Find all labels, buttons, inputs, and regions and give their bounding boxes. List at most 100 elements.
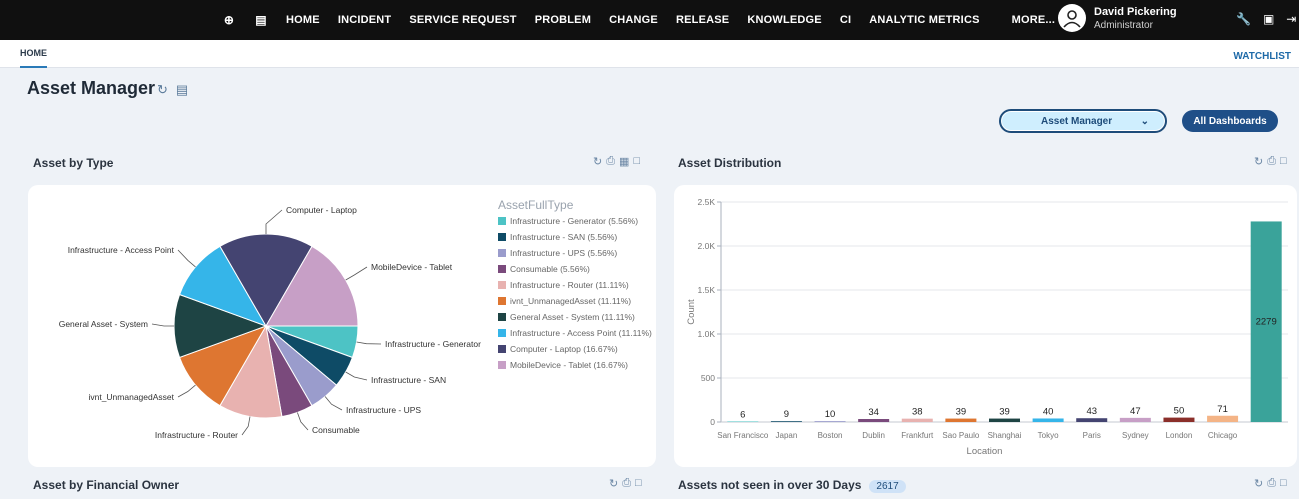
expand-icon[interactable]: □ [635, 477, 642, 490]
legend-swatch [498, 281, 506, 289]
pie-label: Infrastructure - SAN [371, 375, 446, 385]
nav-change[interactable]: CHANGE [609, 14, 658, 26]
y-tick-label: 1.5K [698, 285, 716, 295]
x-tick-label: Shanghai [988, 431, 1022, 440]
nav-ci[interactable]: CI [840, 14, 851, 26]
y-tick-label: 2.0K [698, 241, 716, 251]
chat-icon[interactable]: ▤ [254, 13, 268, 27]
nav-incident[interactable]: INCIDENT [338, 14, 392, 26]
legend-item: Infrastructure - Generator (5.56%) [510, 216, 638, 226]
bar-value-label: 39 [999, 407, 1010, 418]
assets-not-seen-label: Assets not seen in over 30 Days [678, 478, 862, 492]
logout-icon[interactable]: ⇥ [1286, 12, 1296, 26]
legend-swatch [498, 265, 506, 273]
expand-icon[interactable]: □ [1280, 477, 1287, 490]
asset-distribution-tools: ↻ ⎙ □ [1254, 155, 1287, 168]
asset-by-type-pie-chart: Infrastructure - Generator Infrastructure… [59, 198, 652, 440]
x-tick-label: Japan [776, 431, 798, 440]
expand-icon[interactable]: □ [633, 155, 640, 168]
assets-not-seen-count-badge: 2617 [869, 480, 906, 493]
nav-release[interactable]: RELEASE [676, 14, 729, 26]
dashboard-select-value: Asset Manager [1041, 115, 1113, 127]
nav-home[interactable]: HOME [286, 14, 320, 26]
pie-label: Infrastructure - UPS [346, 405, 421, 415]
pie-label: Computer - Laptop [286, 205, 357, 215]
pie-label: Infrastructure - Generator [385, 339, 481, 349]
user-menu[interactable]: David Pickering Administrator [1058, 4, 1177, 32]
bar-value-label: 40 [1043, 406, 1054, 417]
legend-swatch [498, 297, 506, 305]
bar [770, 421, 802, 422]
x-tick-label: Frankfurt [901, 431, 934, 440]
nav-knowledge[interactable]: KNOWLEDGE [747, 14, 822, 26]
tab-home[interactable]: HOME [20, 48, 47, 68]
x-tick-label: Sydney [1122, 431, 1149, 440]
nav-service-request[interactable]: SERVICE REQUEST [409, 14, 516, 26]
bar [1207, 415, 1239, 422]
financial-owner-tools: ↻ ⎙ □ [609, 477, 642, 490]
pie-label: General Asset - System [59, 319, 148, 329]
pie-leader-line [265, 209, 283, 234]
chevron-down-icon: ⌄ [1140, 115, 1149, 127]
pie-label: Infrastructure - Access Point [68, 245, 175, 255]
bar [727, 421, 759, 422]
dashboard-select[interactable]: Asset Manager ⌄ [999, 109, 1167, 133]
refresh-icon[interactable]: ↻ [1254, 155, 1263, 168]
legend-swatch [498, 313, 506, 321]
bar-value-label: 34 [868, 407, 879, 418]
refresh-icon[interactable]: ↻ [157, 82, 168, 98]
nav-more[interactable]: MORE... [1012, 14, 1056, 26]
bar [814, 421, 846, 422]
legend-swatch [498, 361, 506, 369]
expand-icon[interactable]: □ [1280, 155, 1287, 168]
x-tick-label: Sao Paulo [942, 431, 979, 440]
nav-problem[interactable]: PROBLEM [535, 14, 591, 26]
asset-distribution-title: Asset Distribution [678, 156, 782, 170]
pie-leader-line [356, 341, 382, 345]
all-dashboards-button[interactable]: All Dashboards [1182, 110, 1278, 132]
bar-value-label: 50 [1174, 406, 1185, 417]
y-tick-label: 1.0K [698, 329, 716, 339]
refresh-icon[interactable]: ↻ [609, 477, 618, 490]
refresh-icon[interactable]: ↻ [1254, 477, 1263, 490]
title-icons: ↻ ▤ [157, 82, 188, 98]
bar-value-label: 43 [1086, 406, 1097, 417]
wrench-icon[interactable]: 🔧 [1236, 12, 1251, 26]
bar-value-label: 2279 [1256, 317, 1277, 328]
legend-swatch [498, 345, 506, 353]
y-tick-label: 500 [701, 373, 715, 383]
bar-value-label: 38 [912, 407, 923, 418]
legend-item: Infrastructure - Router (11.11%) [510, 280, 629, 290]
export-icon[interactable]: ▦ [619, 155, 629, 168]
print-icon[interactable]: ⎙ [606, 155, 615, 168]
pie-legend-title: AssetFullType [498, 198, 574, 212]
print-icon[interactable]: ⎙ [1267, 477, 1276, 490]
print-icon[interactable]: ⎙ [1267, 155, 1276, 168]
help-icon[interactable]: ▣ [1263, 12, 1274, 26]
pie-leader-line [177, 384, 196, 398]
print-icon[interactable]: ⎙ [622, 477, 631, 490]
pie-leader-line [345, 371, 368, 381]
assets-not-seen-tools: ↻ ⎙ □ [1254, 477, 1287, 490]
pie-label: Infrastructure - Router [155, 430, 238, 440]
y-tick-label: 2.5K [698, 197, 716, 207]
pie-leader-line [345, 266, 368, 281]
avatar[interactable] [1058, 4, 1086, 32]
legend-swatch [498, 217, 506, 225]
refresh-icon[interactable]: ↻ [593, 155, 602, 168]
layout-icon[interactable]: ▤ [176, 82, 188, 98]
pie-label: ivnt_UnmanagedAsset [88, 392, 174, 402]
assets-not-seen-title: Assets not seen in over 30 Days 2617 [678, 478, 906, 493]
plus-circle-icon[interactable]: ⊕ [222, 13, 236, 27]
bar [1163, 417, 1195, 422]
bar [1032, 418, 1064, 422]
legend-swatch [498, 329, 506, 337]
bar [1076, 418, 1108, 422]
pie-leader-line [297, 412, 309, 431]
x-tick-label: Paris [1083, 431, 1101, 440]
page-title: Asset Manager [27, 78, 156, 98]
bar-value-label: 47 [1130, 406, 1141, 417]
nav-analytic-metrics[interactable]: ANALYTIC METRICS [869, 14, 979, 26]
pie-leader-line [177, 249, 196, 268]
watchlist-link[interactable]: WATCHLIST [1233, 51, 1291, 62]
